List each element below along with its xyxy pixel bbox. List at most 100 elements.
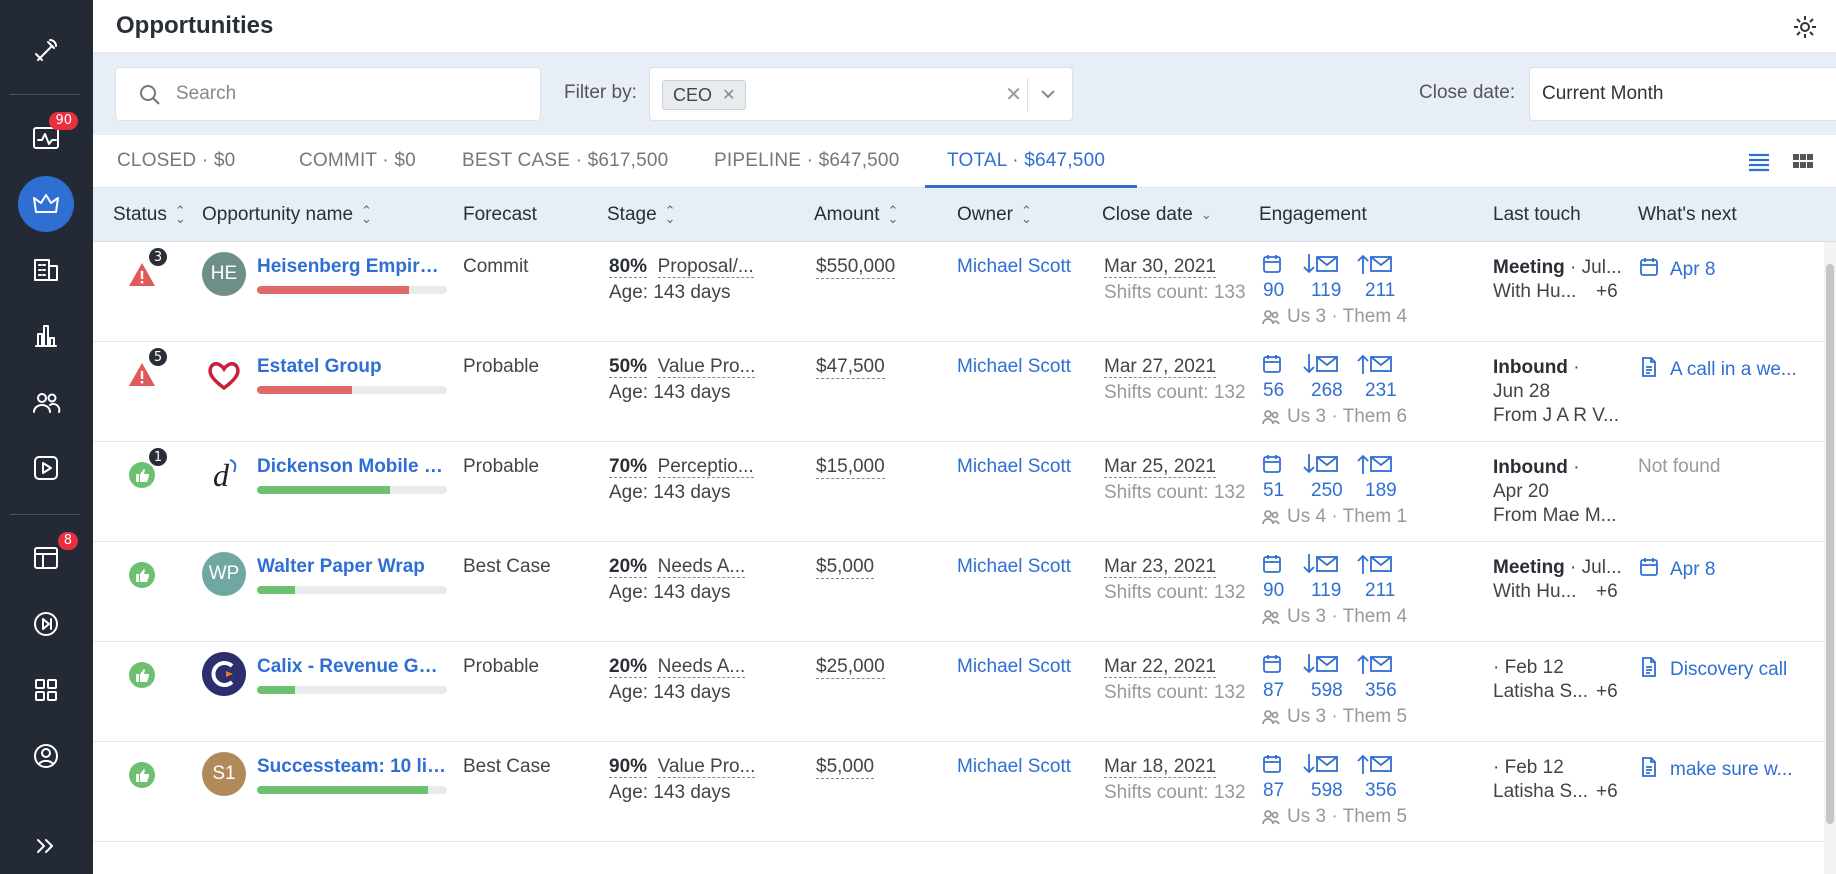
stage-probability[interactable]: 50% <box>609 356 648 378</box>
stage-probability[interactable]: 70% <box>609 456 648 478</box>
whats-next-cell[interactable]: A call in a we... <box>1638 356 1797 384</box>
close-date-value[interactable]: Mar 18, 2021 <box>1104 756 1216 778</box>
meetings-count[interactable]: 87 <box>1263 680 1284 702</box>
stage-name[interactable]: Needs A... <box>657 556 746 578</box>
last-touch-cell[interactable]: Meeting · Jul... With Hu... +6 <box>1493 256 1623 304</box>
meetings-count[interactable]: 51 <box>1263 480 1284 502</box>
grid-view-icon[interactable] <box>1790 149 1816 175</box>
logo-icon[interactable] <box>18 22 74 78</box>
apps-grid-icon[interactable] <box>18 662 74 718</box>
amount-value[interactable]: $5,000 <box>816 756 875 779</box>
stage-probability[interactable]: 80% <box>609 256 648 278</box>
meetings-count[interactable]: 87 <box>1263 780 1284 802</box>
tab-commit[interactable]: COMMIT · $0 <box>299 150 416 172</box>
last-touch-cell[interactable]: · Feb 12 Latisha S... +6 <box>1493 656 1623 704</box>
last-touch-cell[interactable]: Meeting · Jul... With Hu... +6 <box>1493 556 1623 604</box>
stage-name[interactable]: Value Pro... <box>657 756 756 778</box>
column-forecast[interactable]: Forecast <box>463 204 537 226</box>
close-date-value[interactable]: Mar 25, 2021 <box>1104 456 1216 478</box>
table-row[interactable]: Calix - Revenue Gui... Probable 20% Need… <box>93 642 1824 742</box>
close-date-value[interactable]: Mar 27, 2021 <box>1104 356 1216 378</box>
tab-best-case[interactable]: BEST CASE · $617,500 <box>462 150 668 172</box>
amount-value[interactable]: $47,500 <box>816 356 885 379</box>
owner-link[interactable]: Michael Scott <box>957 756 1071 778</box>
table-row[interactable]: 1 d Dickenson Mobile G... Probable 70% P… <box>93 442 1824 542</box>
table-row[interactable]: 5 Estatel Group Probable 50% Value Pro..… <box>93 342 1824 442</box>
close-date-value[interactable]: Mar 30, 2021 <box>1104 256 1216 278</box>
last-touch-cell[interactable]: Inbound · Apr 20 From Mae M... <box>1493 456 1623 528</box>
sort-icon[interactable]: ⌃ ⌄ <box>665 204 676 225</box>
expand-sidebar-icon[interactable] <box>18 818 74 874</box>
meetings-count[interactable]: 56 <box>1263 380 1284 402</box>
owner-link[interactable]: Michael Scott <box>957 456 1071 478</box>
playback-icon[interactable] <box>18 596 74 652</box>
whats-next-cell[interactable]: Apr 8 <box>1638 556 1715 584</box>
column-close-date[interactable]: Close date ⌄ <box>1102 204 1212 226</box>
opportunity-name-link[interactable]: Walter Paper Wrap <box>257 556 447 578</box>
table-row[interactable]: 3 HE Heisenberg Empire ... Commit 80% Pr… <box>93 242 1824 342</box>
table-row[interactable]: WP Walter Paper Wrap Best Case 20% Needs… <box>93 542 1824 642</box>
whats-next-cell[interactable]: make sure w... <box>1638 756 1793 784</box>
stage-probability[interactable]: 20% <box>609 556 648 578</box>
owner-link[interactable]: Michael Scott <box>957 656 1071 678</box>
outbound-count[interactable]: 356 <box>1365 780 1397 802</box>
opportunity-name-link[interactable]: Calix - Revenue Gui... <box>257 656 447 678</box>
scroll-thumb[interactable] <box>1826 264 1834 824</box>
amount-value[interactable]: $5,000 <box>816 556 875 579</box>
owner-link[interactable]: Michael Scott <box>957 256 1071 278</box>
outbound-count[interactable]: 189 <box>1365 480 1397 502</box>
stage-name[interactable]: Proposal/... <box>657 256 754 278</box>
search-input[interactable] <box>176 78 526 110</box>
inbound-count[interactable]: 119 <box>1311 580 1341 602</box>
last-touch-more[interactable]: +6 <box>1596 780 1618 804</box>
meetings-count[interactable]: 90 <box>1263 580 1284 602</box>
sort-desc-icon[interactable]: ⌄ <box>1201 208 1212 221</box>
whats-next-cell[interactable]: Apr 8 <box>1638 256 1715 284</box>
inbound-count[interactable]: 598 <box>1311 680 1343 702</box>
vertical-scrollbar[interactable] <box>1824 242 1836 874</box>
amount-value[interactable]: $550,000 <box>816 256 896 279</box>
last-touch-cell[interactable]: Inbound · Jun 28 From J A R V... <box>1493 356 1623 428</box>
close-date-value[interactable]: Mar 22, 2021 <box>1104 656 1216 678</box>
sort-icon[interactable]: ⌃ ⌄ <box>175 204 186 225</box>
whats-next-cell[interactable]: Discovery call <box>1638 656 1787 684</box>
gear-icon[interactable] <box>1792 14 1818 40</box>
inbound-count[interactable]: 268 <box>1311 380 1343 402</box>
inbound-count[interactable]: 119 <box>1311 280 1341 302</box>
close-date-value[interactable]: Mar 23, 2021 <box>1104 556 1216 578</box>
deals-board-icon[interactable]: 8 <box>18 530 78 586</box>
last-touch-more[interactable]: +6 <box>1596 680 1618 704</box>
team-people-icon[interactable] <box>18 374 74 430</box>
opportunity-name-link[interactable]: Heisenberg Empire ... <box>257 256 447 278</box>
sort-icon[interactable]: ⌃ ⌄ <box>887 204 898 225</box>
owner-link[interactable]: Michael Scott <box>957 356 1071 378</box>
tab-closed[interactable]: CLOSED · $0 <box>117 150 235 172</box>
outbound-count[interactable]: 231 <box>1365 380 1397 402</box>
sort-icon[interactable]: ⌃ ⌄ <box>361 204 372 225</box>
chevron-down-icon[interactable] <box>1038 84 1058 104</box>
outbound-count[interactable]: 356 <box>1365 680 1397 702</box>
sort-icon[interactable]: ⌃ ⌄ <box>1021 204 1032 225</box>
reports-bar-chart-icon[interactable] <box>18 308 74 364</box>
video-play-icon[interactable] <box>18 440 74 496</box>
stage-probability[interactable]: 20% <box>609 656 648 678</box>
close-date-select[interactable]: Current Month <box>1529 67 1836 121</box>
tab-pipeline[interactable]: PIPELINE · $647,500 <box>714 150 899 172</box>
accounts-building-icon[interactable] <box>18 242 74 298</box>
last-touch-more[interactable]: +6 <box>1596 580 1618 604</box>
opportunities-crown-icon[interactable] <box>18 176 74 232</box>
amount-value[interactable]: $15,000 <box>816 456 885 479</box>
chip-remove-icon[interactable]: ✕ <box>722 85 735 105</box>
last-touch-more[interactable]: +6 <box>1596 280 1618 304</box>
column-amount[interactable]: Amount ⌃ ⌄ <box>814 204 898 226</box>
activity-icon[interactable]: 90 <box>18 110 78 166</box>
opportunity-name-link[interactable]: Dickenson Mobile G... <box>257 456 447 478</box>
tab-total[interactable]: TOTAL · $647,500 <box>947 150 1105 172</box>
inbound-count[interactable]: 250 <box>1311 480 1343 502</box>
opportunity-name-link[interactable]: Estatel Group <box>257 356 447 378</box>
last-touch-cell[interactable]: · Feb 12 Latisha S... +6 <box>1493 756 1623 804</box>
table-row[interactable]: S1 Successteam: 10 lic... Best Case 90% … <box>93 742 1824 842</box>
stage-probability[interactable]: 90% <box>609 756 648 778</box>
meetings-count[interactable]: 90 <box>1263 280 1284 302</box>
filter-select[interactable]: CEO ✕ ✕ <box>649 67 1073 121</box>
